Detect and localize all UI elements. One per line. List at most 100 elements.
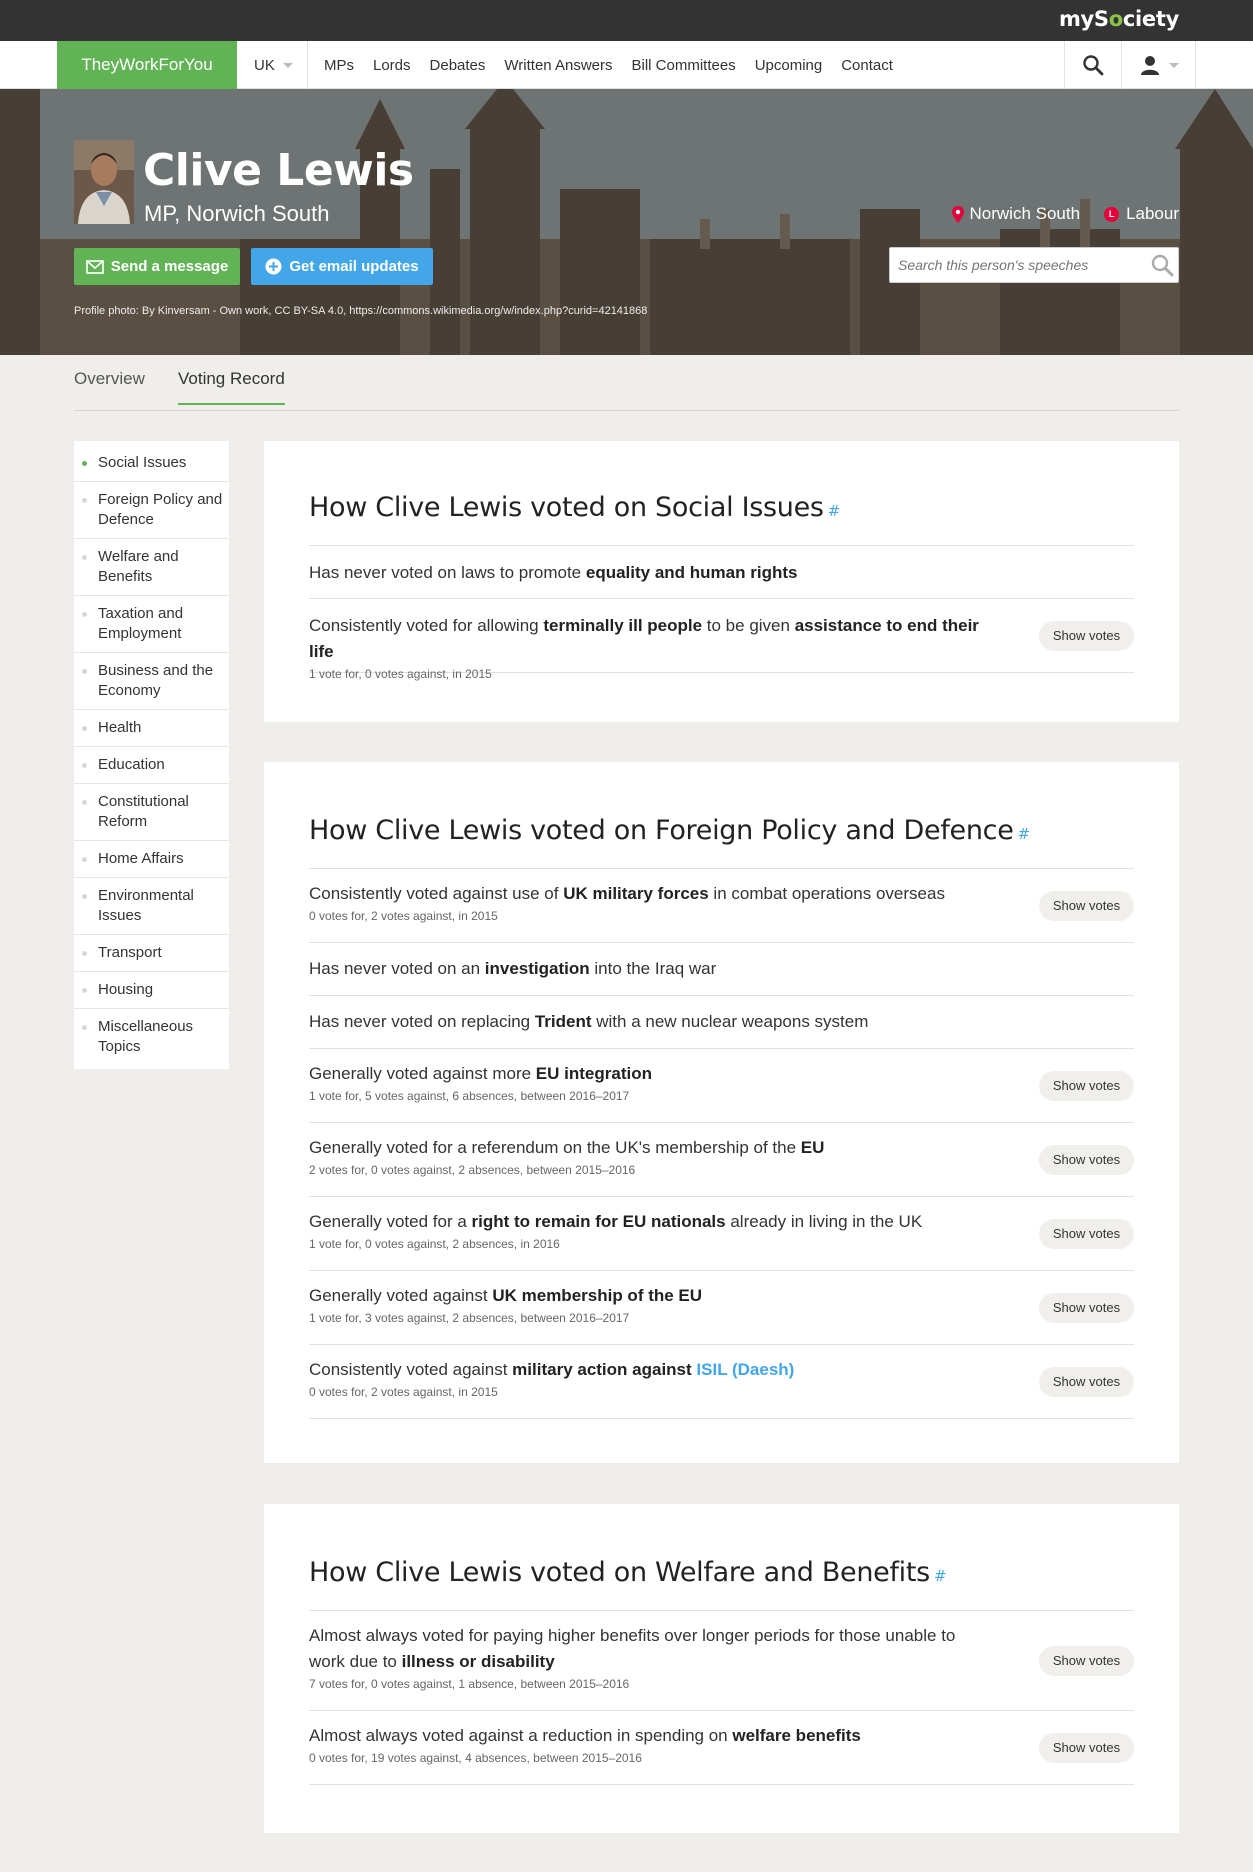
sidebar-item-business[interactable]: Business and the Economy <box>74 653 229 710</box>
sidebar-item-environmental[interactable]: Environmental Issues <box>74 878 229 935</box>
vote-stats: 2 votes for, 0 votes against, 2 absences… <box>309 1163 636 1177</box>
user-icon <box>1140 56 1159 75</box>
site-logo-link[interactable]: TheyWorkForYou <box>57 41 237 89</box>
show-votes-button[interactable]: Show votes <box>1039 1070 1134 1101</box>
vote-keyword: welfare benefits <box>732 1726 861 1745</box>
vote-description: Consistently voted against military acti… <box>309 1360 795 1379</box>
sidebar-item-education[interactable]: Education <box>74 747 229 784</box>
vote-description: Almost always voted for paying higher be… <box>309 1626 956 1671</box>
vote-keyword: right to remain for EU nationals <box>471 1212 726 1231</box>
vote-description: Has never voted on an investigation into… <box>309 959 717 978</box>
nav-link-contact[interactable]: Contact <box>841 57 893 74</box>
plus-circle-icon <box>265 258 282 275</box>
send-message-label: Send a message <box>110 258 229 275</box>
vote-keyword: EU <box>800 1138 825 1157</box>
vote-description: Generally voted against more EU integrat… <box>309 1064 652 1083</box>
vote-stats: 1 vote for, 5 votes against, 6 absences,… <box>309 1089 630 1103</box>
sidebar-item-miscellaneous[interactable]: Miscellaneous Topics <box>74 1009 229 1065</box>
vote-keyword: UK military forces <box>563 884 709 903</box>
show-votes-button[interactable]: Show votes <box>1039 1292 1134 1323</box>
vote-stats: 7 votes for, 0 votes against, 1 absence,… <box>309 1677 630 1691</box>
permalink-anchor[interactable]: # <box>1018 825 1031 843</box>
country-dropdown[interactable]: UK <box>237 41 308 89</box>
mysociety-logo[interactable]: mySociety <box>1059 7 1179 31</box>
sidebar-item-constitutional-reform[interactable]: Constitutional Reform <box>74 784 229 841</box>
profile-tabs: Overview Voting Record <box>74 355 1179 411</box>
chevron-down-icon <box>282 62 293 68</box>
show-votes-button[interactable]: Show votes <box>1039 1366 1134 1397</box>
search-icon <box>1083 55 1104 76</box>
vote-row: Generally voted for a referendum on the … <box>309 1123 1134 1197</box>
sidebar-item-transport[interactable]: Transport <box>74 935 229 972</box>
search-icon <box>1151 254 1174 277</box>
nav-link-mps[interactable]: MPs <box>324 57 354 74</box>
vote-keyword: Trident <box>534 1012 592 1031</box>
show-votes-button[interactable]: Show votes <box>1039 620 1134 651</box>
vote-row: Almost always voted for paying higher be… <box>309 1611 1134 1711</box>
sidebar-item-welfare[interactable]: Welfare and Benefits <box>74 539 229 596</box>
chevron-down-icon <box>1168 62 1179 68</box>
vote-row: Generally voted for a right to remain fo… <box>309 1197 1134 1271</box>
vote-stats: 0 votes for, 19 votes against, 4 absence… <box>309 1751 642 1765</box>
vote-row: Generally voted against UK membership of… <box>309 1271 1134 1345</box>
show-votes-button[interactable]: Show votes <box>1039 1144 1134 1175</box>
speech-search-box <box>889 247 1179 283</box>
nav-links: MPs Lords Debates Written Answers Bill C… <box>315 41 903 89</box>
section-title: How Clive Lewis voted on Foreign Policy … <box>309 815 1031 846</box>
vote-row: Has never voted on an investigation into… <box>309 943 1134 996</box>
envelope-icon <box>85 259 104 274</box>
vote-stats: 1 vote for, 0 votes against, in 2015 <box>309 667 492 681</box>
speech-search-input[interactable] <box>890 248 1130 282</box>
nav-link-debates[interactable]: Debates <box>430 57 486 74</box>
nav-link-bill-committees[interactable]: Bill Committees <box>632 57 736 74</box>
email-updates-button[interactable]: Get email updates <box>251 248 433 285</box>
vote-keyword: military action against ISIL (Daesh) <box>512 1360 795 1379</box>
nav-link-written-answers[interactable]: Written Answers <box>504 57 612 74</box>
section-foreign-policy: How Clive Lewis voted on Foreign Policy … <box>264 762 1179 1463</box>
permalink-anchor[interactable]: # <box>828 502 841 520</box>
vote-stats: 1 vote for, 0 votes against, 2 absences,… <box>309 1237 560 1251</box>
vote-keyword: investigation <box>484 959 590 978</box>
nav-link-upcoming[interactable]: Upcoming <box>755 57 823 74</box>
constituency-label: Norwich South <box>969 204 1081 223</box>
mp-name: Clive Lewis <box>143 145 414 196</box>
vote-row: Generally voted against more EU integrat… <box>309 1049 1134 1123</box>
tab-voting-record[interactable]: Voting Record <box>178 369 285 405</box>
sidebar-item-home-affairs[interactable]: Home Affairs <box>74 841 229 878</box>
sidebar-item-housing[interactable]: Housing <box>74 972 229 1009</box>
country-label: UK <box>254 56 275 74</box>
show-votes-button[interactable]: Show votes <box>1039 890 1134 921</box>
vote-keyword: equality and human rights <box>585 563 798 582</box>
vote-stats: 1 vote for, 3 votes against, 2 absences,… <box>309 1311 630 1325</box>
nav-link-lords[interactable]: Lords <box>373 57 411 74</box>
show-votes-button[interactable]: Show votes <box>1039 1732 1134 1763</box>
section-title: How Clive Lewis voted on Social Issues # <box>309 492 841 523</box>
vote-keyword: EU integration <box>535 1064 652 1083</box>
vote-keyword: terminally ill people <box>543 616 703 635</box>
vote-keyword: UK membership of the EU <box>492 1286 703 1305</box>
isil-link[interactable]: ISIL (Daesh) <box>696 1360 794 1379</box>
sidebar-item-taxation[interactable]: Taxation and Employment <box>74 596 229 653</box>
speech-search-button[interactable] <box>1150 253 1174 282</box>
show-votes-button[interactable]: Show votes <box>1039 1645 1134 1676</box>
vote-description: Generally voted for a referendum on the … <box>309 1138 825 1157</box>
sidebar-item-health[interactable]: Health <box>74 710 229 747</box>
show-votes-button[interactable]: Show votes <box>1039 1218 1134 1249</box>
vote-description: Generally voted for a right to remain fo… <box>309 1212 923 1231</box>
sidebar-item-foreign-policy[interactable]: Foreign Policy and Defence <box>74 482 229 539</box>
vote-keyword: illness or disability <box>401 1652 555 1671</box>
permalink-anchor[interactable]: # <box>934 1567 947 1585</box>
vote-description: Consistently voted against use of UK mil… <box>309 884 945 903</box>
party-badge: L <box>1104 206 1120 222</box>
nav-search-button[interactable] <box>1064 41 1122 89</box>
tab-overview[interactable]: Overview <box>74 369 145 389</box>
vote-row: Consistently voted against military acti… <box>309 1345 1134 1419</box>
vote-row: Consistently voted against use of UK mil… <box>309 869 1134 943</box>
vote-description: Almost always voted against a reduction … <box>309 1726 861 1745</box>
vote-description: Consistently voted for allowing terminal… <box>309 616 979 661</box>
send-message-button[interactable]: Send a message <box>74 248 240 285</box>
mp-meta: Norwich South L Labour <box>928 204 1179 224</box>
sidebar-item-social-issues[interactable]: Social Issues <box>74 445 229 482</box>
user-menu-button[interactable] <box>1122 41 1196 89</box>
vote-description: Has never voted on replacing Trident wit… <box>309 1012 869 1031</box>
